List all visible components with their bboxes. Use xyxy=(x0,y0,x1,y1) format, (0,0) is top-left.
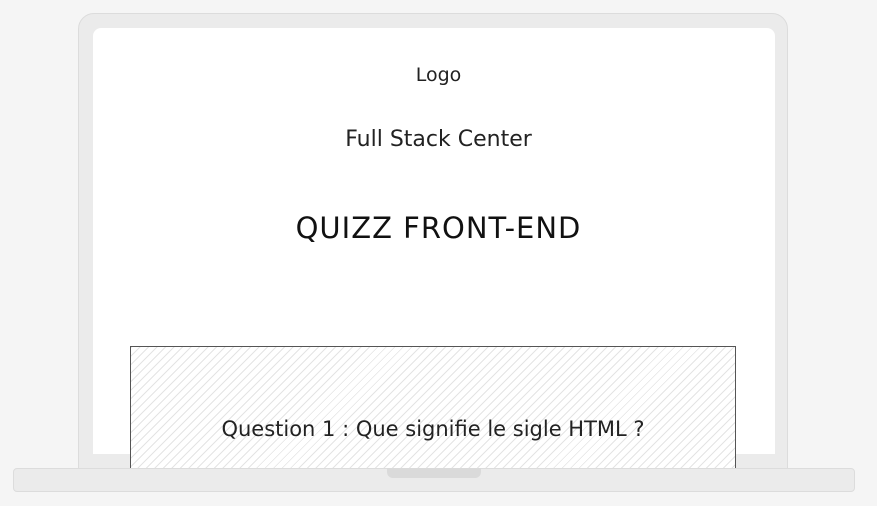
page-title: QUIZZ FRONT-END xyxy=(295,211,582,245)
laptop-notch xyxy=(387,468,481,478)
question-card: Question 1 : Que signifie le sigle HTML … xyxy=(130,346,736,476)
brand-name: Full Stack Center xyxy=(345,127,532,152)
question-text: Question 1 : Que signifie le sigle HTML … xyxy=(221,417,645,441)
logo: Logo xyxy=(415,64,462,86)
